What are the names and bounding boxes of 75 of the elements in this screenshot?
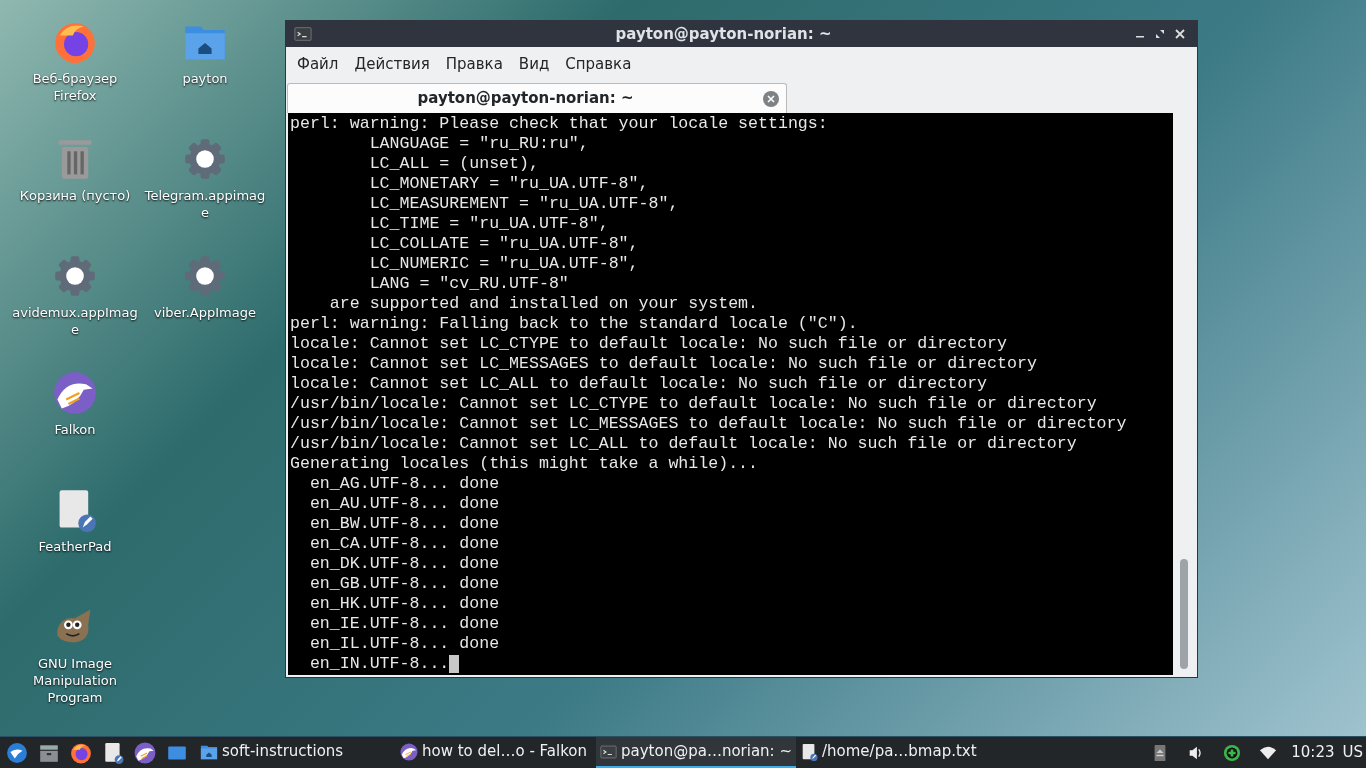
terminal-line: en_IE.UTF-8... done [308, 614, 500, 634]
terminal-line: en_IN.UTF-8... [308, 654, 450, 674]
shortcut-label: payton [181, 70, 229, 87]
terminal-line: en_BW.UTF-8... done [308, 514, 500, 534]
shortcut-label: Корзина (пусто) [18, 187, 132, 204]
taskbar-task[interactable]: /home/pa…bmap.txt [796, 737, 996, 768]
terminal-tab[interactable]: payton@payton-norian: ~ [287, 83, 787, 113]
terminal-line: LC_MEASUREMENT = "ru_UA.UTF-8", [368, 194, 679, 214]
taskbar-task[interactable]: payton@pa…norian: ~ [596, 737, 796, 768]
gear-icon [183, 137, 227, 181]
terminal-line: LANGUAGE = "ru_RU:ru", [368, 134, 589, 154]
menu-item[interactable]: Справка [557, 52, 640, 76]
shortcut-label: FeatherPad [37, 538, 113, 555]
gear-icon [53, 254, 97, 298]
terminal-line: en_GB.UTF-8... done [308, 574, 500, 594]
terminal-line: are supported and installed on your system. [328, 294, 759, 314]
shortcut-label: avidemux.appImage [12, 304, 138, 338]
desktop-shortcut[interactable]: Telegram.appimage [140, 135, 270, 252]
terminal-line: en_AU.UTF-8... done [308, 494, 500, 514]
taskbar-task[interactable]: how to del…o - Falkon [396, 737, 596, 768]
terminal-line: /usr/bin/locale: Cannot set LC_CTYPE to default locale: No such file or directory [290, 394, 1097, 414]
menu-item[interactable]: Вид [510, 52, 558, 76]
close-icon[interactable] [1175, 29, 1185, 39]
terminal-area[interactable] [288, 113, 1195, 675]
shortcut-label: Falkon [53, 421, 97, 438]
menu-item[interactable]: Файл [289, 52, 347, 76]
firefox-icon [70, 741, 92, 764]
firefox-icon [53, 20, 97, 64]
desktop-shortcut[interactable]: FeatherPad [10, 486, 140, 603]
terminal-icon [294, 25, 312, 43]
scrollbar[interactable] [1173, 113, 1195, 675]
bird-logo-icon[interactable] [6, 741, 28, 764]
clock[interactable]: 10:23 [1291, 741, 1343, 764]
terminal-line: en_CA.UTF-8... done [308, 534, 500, 554]
terminal-icon [600, 742, 617, 761]
document-edit-icon [102, 741, 124, 764]
falkon-icon [134, 741, 156, 764]
terminal-line: en_HK.UTF-8... done [308, 594, 500, 614]
terminal-line: locale: Cannot set LC_ALL to default locale: No such file or directory [290, 374, 988, 394]
terminal-line: Generating locales (this might take a while)... [290, 454, 759, 474]
gear-icon [183, 254, 227, 298]
document-edit-icon [800, 742, 818, 761]
shortcut-label: Веб-браузер Firefox [31, 70, 119, 104]
desktop-shortcut[interactable]: avidemux.appImage [10, 252, 140, 369]
terminal-line: LC_MONETARY = "ru_UA.UTF-8", [368, 174, 649, 194]
terminal-line: en_AG.UTF-8... done [308, 474, 500, 494]
shortcut-label: viber.AppImage [153, 304, 257, 321]
terminal-line: perl: warning: Please check that your locale settings: [290, 114, 828, 134]
terminal-line: en_IL.UTF-8... done [308, 634, 500, 654]
terminal-line: locale: Cannot set LC_CTYPE to default locale: No such file or directory [290, 334, 1007, 354]
keyboard-layout[interactable]: US [1342, 741, 1366, 764]
desktop-shortcut[interactable]: GNU Image Manipulation Program [10, 603, 140, 720]
terminal-line: LANG = "cv_RU.UTF-8" [368, 274, 569, 294]
update-icon[interactable] [1223, 743, 1242, 762]
terminal-line: perl: warning: Falling back to the standard locale ("C"). [290, 314, 858, 334]
menu-item[interactable]: Правка [437, 52, 511, 76]
desktop-shortcut[interactable]: viber.AppImage [140, 252, 270, 369]
terminal-line: LC_ALL = (unset), [368, 154, 539, 174]
tab-close-icon[interactable] [763, 90, 779, 107]
terminal-line: LC_COLLATE = "ru_UA.UTF-8", [368, 234, 639, 254]
taskbar-task[interactable]: soft-instructions [196, 737, 396, 768]
desktop-shortcut[interactable]: Falkon [10, 369, 140, 486]
terminal-line: en_DK.UTF-8... done [308, 554, 500, 574]
maximize-icon[interactable] [1155, 29, 1165, 39]
terminal-line: /usr/bin/locale: Cannot set LC_MESSAGES to default locale: No such file or directory [290, 414, 1127, 434]
menu-item[interactable]: Действия [346, 52, 438, 76]
window-title: payton@payton-norian: ~ [614, 23, 833, 45]
shortcut-label: GNU Image Manipulation Program [32, 655, 118, 706]
terminal-line: /usr/bin/locale: Cannot set LC_ALL to default locale: No such file or directory [290, 434, 1077, 454]
terminal-line: locale: Cannot set LC_MESSAGES to default locale: No such file or directory [290, 354, 1037, 374]
terminal-line: LC_NUMERIC = "ru_UA.UTF-8", [368, 254, 639, 274]
shortcut-label: Telegram.appimage [143, 187, 267, 221]
falkon-icon [400, 742, 418, 761]
terminal-line: LC_TIME = "ru_UA.UTF-8", [368, 214, 609, 234]
falkon-icon [53, 371, 97, 415]
